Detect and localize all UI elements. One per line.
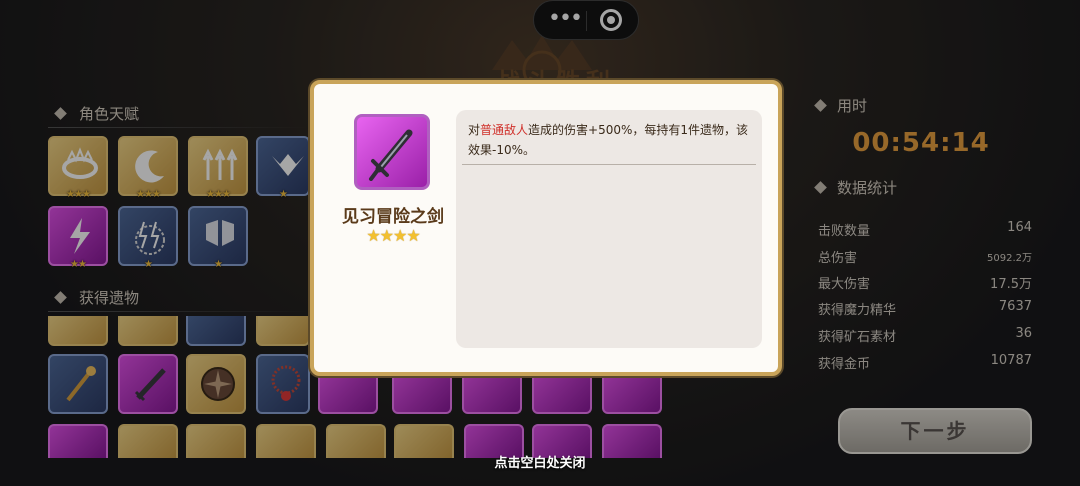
relic-icon-frame xyxy=(354,114,430,190)
divider xyxy=(462,164,756,165)
relic-stars: ★★★★ xyxy=(366,226,420,245)
relic-description-box: 对普通敌人造成的伤害+500%，每持有1件遗物，该效果-10%。 xyxy=(456,110,762,348)
relic-name: 见习冒险之剑 xyxy=(342,207,444,227)
desc-highlight: 普通敌人 xyxy=(480,123,529,137)
tap-to-close-hint: 点击空白处关闭 xyxy=(494,456,586,471)
relic-description: 对普通敌人造成的伤害+500%，每持有1件遗物，该效果-10%。 xyxy=(468,120,750,160)
relic-detail-modal: 见习冒险之剑 ★★★★ 对普通敌人造成的伤害+500%，每持有1件遗物，该效果-… xyxy=(310,80,782,376)
sword-icon xyxy=(369,129,413,181)
desc-prefix: 对 xyxy=(468,123,481,137)
